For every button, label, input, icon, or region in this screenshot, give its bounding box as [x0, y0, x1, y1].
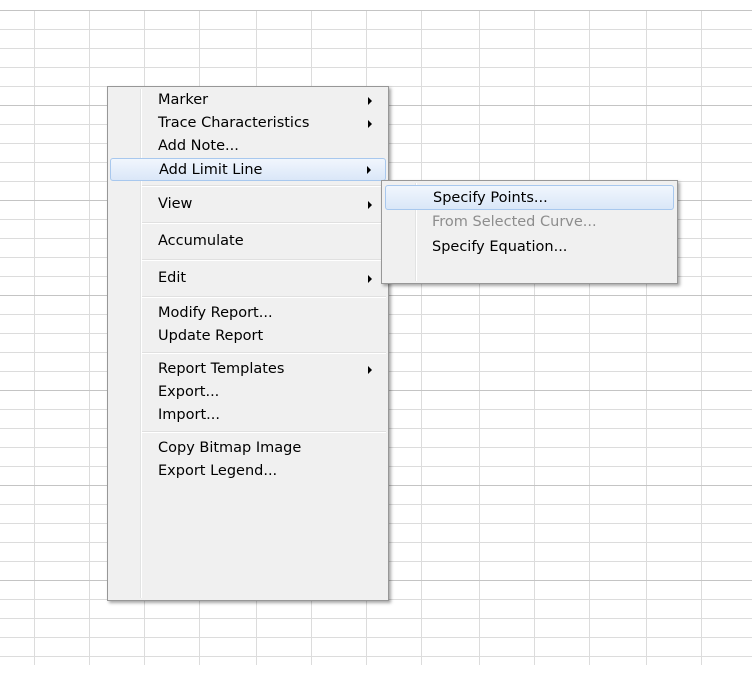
submenu-arrow-icon [367, 165, 371, 174]
menu-item-label: Update Report [158, 328, 264, 344]
menu-item-update-report[interactable]: Update Report [110, 325, 386, 348]
menu-separator [142, 185, 386, 187]
submenu-arrow-icon [368, 365, 372, 374]
menu-item-label: Specify Equation... [432, 239, 568, 255]
menu-item-label: Edit [158, 270, 187, 286]
menu-item-label: Add Note... [158, 138, 239, 154]
menu-separator [142, 296, 386, 298]
menu-item-import[interactable]: Import... [110, 404, 386, 427]
submenu-arrow-icon [368, 96, 372, 105]
menu-item-label: View [158, 196, 193, 212]
menu-item-accumulate[interactable]: Accumulate [110, 228, 386, 255]
menu-item-specify-equation[interactable]: Specify Equation... [385, 235, 674, 260]
menu-separator [142, 431, 386, 433]
menu-item-label: Report Templates [158, 361, 285, 377]
menu-item-label: Trace Characteristics [158, 115, 310, 131]
menu-item-label: Import... [158, 407, 220, 423]
menu-item-label: From Selected Curve... [432, 214, 597, 230]
menu-item-label: Accumulate [158, 233, 244, 249]
menu-item-add-note[interactable]: Add Note... [110, 135, 386, 158]
menu-item-from-selected-curve: From Selected Curve... [385, 210, 674, 235]
menu-separator [142, 352, 386, 354]
menu-item-add-limit-line[interactable]: Add Limit Line [110, 158, 386, 181]
menu-item-trace-characteristics[interactable]: Trace Characteristics [110, 112, 386, 135]
submenu-arrow-icon [368, 119, 372, 128]
context-menu: Marker Trace Characteristics Add Note...… [107, 86, 389, 601]
menu-item-label: Marker [158, 92, 209, 108]
menu-item-view[interactable]: View [110, 191, 386, 218]
menu-item-label: Copy Bitmap Image [158, 440, 302, 456]
add-limit-line-submenu: Specify Points... From Selected Curve...… [381, 180, 678, 284]
menu-item-edit[interactable]: Edit [110, 265, 386, 292]
menu-item-label: Export Legend... [158, 463, 278, 479]
menu-item-export-legend[interactable]: Export Legend... [110, 460, 386, 483]
menu-item-export[interactable]: Export... [110, 381, 386, 404]
submenu-arrow-icon [368, 274, 372, 283]
menu-item-label: Modify Report... [158, 305, 273, 321]
menu-separator [142, 259, 386, 261]
menu-separator [142, 222, 386, 224]
submenu-arrow-icon [368, 200, 372, 209]
menu-item-copy-bitmap-image[interactable]: Copy Bitmap Image [110, 437, 386, 460]
menu-item-label: Export... [158, 384, 220, 400]
menu-item-marker[interactable]: Marker [110, 89, 386, 112]
menu-item-label: Specify Points... [433, 190, 548, 206]
menu-item-specify-points[interactable]: Specify Points... [385, 185, 674, 210]
menu-item-report-templates[interactable]: Report Templates [110, 358, 386, 381]
menu-item-modify-report[interactable]: Modify Report... [110, 302, 386, 325]
menu-item-label: Add Limit Line [159, 162, 263, 178]
